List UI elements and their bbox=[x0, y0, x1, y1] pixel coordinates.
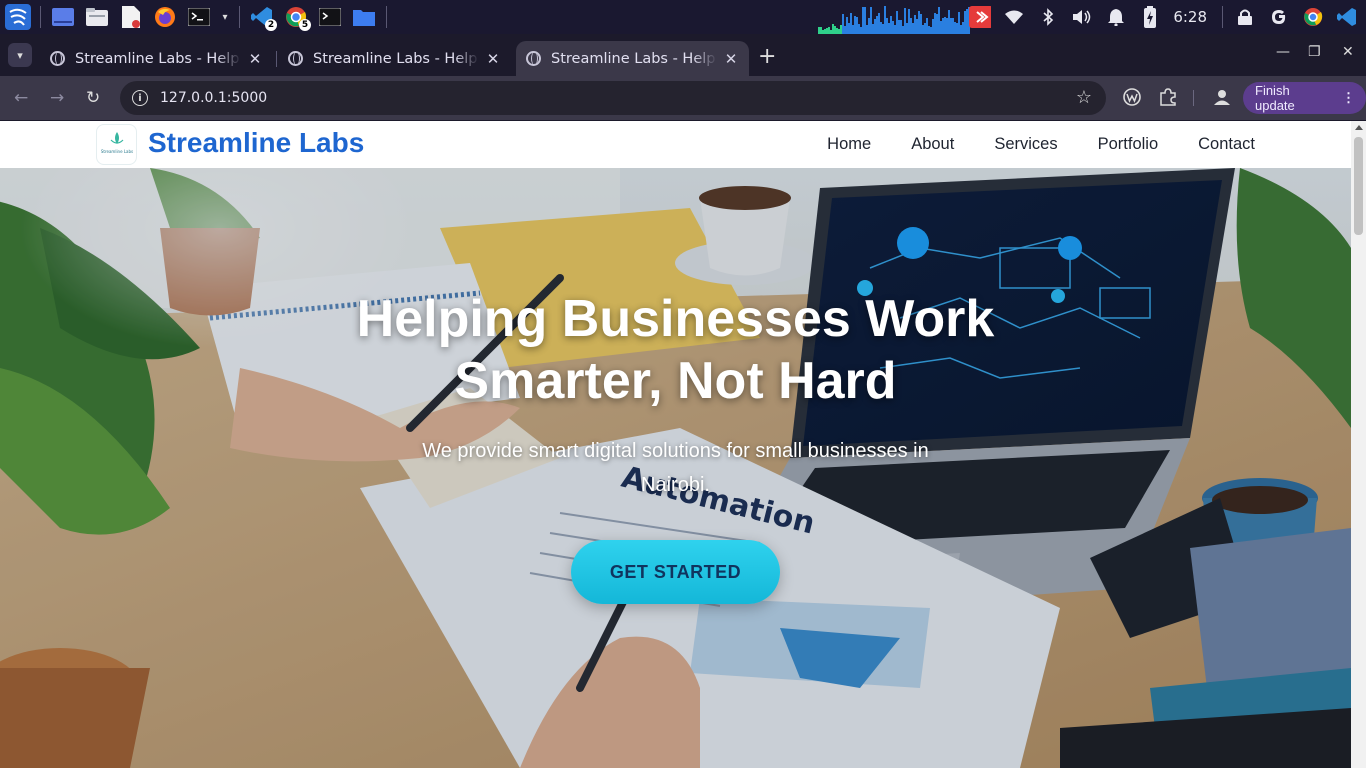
minimize-window-icon[interactable]: — bbox=[1276, 44, 1290, 60]
extensions-puzzle-icon[interactable] bbox=[1159, 88, 1177, 110]
google-icon[interactable] bbox=[1268, 6, 1290, 28]
get-started-button[interactable]: GET STARTED bbox=[571, 540, 780, 604]
close-tab-icon[interactable]: ✕ bbox=[723, 50, 739, 68]
terminal-icon[interactable] bbox=[316, 3, 344, 31]
lock-icon[interactable] bbox=[1234, 6, 1256, 28]
globe-icon bbox=[526, 51, 541, 66]
site-info-icon[interactable]: i bbox=[132, 90, 148, 106]
brand-name[interactable]: Streamline Labs bbox=[148, 127, 364, 159]
address-bar[interactable]: i 127.0.0.1:5000 ☆ bbox=[120, 81, 1106, 115]
hero-title: Helping Businesses Work Smarter, Not Har… bbox=[356, 290, 995, 410]
browser-tab[interactable]: Streamline Labs - Help Bu ✕ bbox=[278, 41, 511, 76]
nav-link-portfolio[interactable]: Portfolio bbox=[1098, 135, 1159, 154]
chrome-taskbar-icon[interactable]: 5 bbox=[282, 3, 311, 31]
finish-update-button[interactable]: Finish update ⋮ bbox=[1243, 82, 1366, 114]
scroll-up-arrow-icon[interactable] bbox=[1355, 125, 1363, 130]
show-desktop-icon[interactable] bbox=[49, 3, 77, 31]
hero-section: Automation Helping Businesses Work Smart… bbox=[0, 168, 1351, 768]
chrome-icon[interactable] bbox=[1302, 6, 1324, 28]
hero-subtitle: We provide smart digital solutions for s… bbox=[422, 440, 929, 496]
url-text[interactable]: 127.0.0.1:5000 bbox=[160, 90, 267, 106]
scrollbar-thumb[interactable] bbox=[1354, 137, 1363, 235]
vscode-taskbar-icon[interactable]: 2 bbox=[248, 3, 277, 31]
close-window-icon[interactable]: ✕ bbox=[1342, 44, 1354, 60]
new-tab-plus-icon[interactable]: + bbox=[758, 44, 776, 69]
nav-link-home[interactable]: Home bbox=[827, 135, 871, 154]
nav-link-services[interactable]: Services bbox=[994, 135, 1057, 154]
nav-link-about[interactable]: About bbox=[911, 135, 954, 154]
browser-tab[interactable]: Streamline Labs - Help Bu ✕ bbox=[40, 41, 273, 76]
globe-icon bbox=[288, 51, 303, 66]
cpu-usage-graph bbox=[818, 4, 971, 34]
chrome-window-count-badge: 5 bbox=[299, 19, 311, 31]
globe-icon bbox=[50, 51, 65, 66]
browser-tab-strip: ▾ Streamline Labs - Help Bu ✕ Streamline… bbox=[0, 34, 1366, 76]
firefox-icon[interactable] bbox=[151, 3, 179, 31]
bookmark-star-icon[interactable]: ☆ bbox=[1076, 87, 1092, 108]
tab-search-chevron-icon[interactable]: ▾ bbox=[8, 43, 32, 67]
profile-avatar-icon[interactable] bbox=[1213, 88, 1231, 110]
site-logo[interactable]: Streamline Labs bbox=[96, 124, 137, 165]
text-editor-icon[interactable] bbox=[117, 3, 145, 31]
bluetooth-icon[interactable] bbox=[1037, 6, 1059, 28]
terminal-dropdown-icon[interactable]: ▾ bbox=[219, 3, 231, 31]
logo-text: Streamline Labs bbox=[100, 149, 132, 154]
forward-arrow-icon[interactable]: → bbox=[50, 88, 64, 108]
file-manager-icon[interactable] bbox=[83, 3, 111, 31]
terminal-icon[interactable] bbox=[185, 3, 213, 31]
folder-icon[interactable] bbox=[350, 3, 378, 31]
main-menu: Home About Services Portfolio Contact bbox=[787, 135, 1255, 154]
kali-menu-icon[interactable] bbox=[4, 3, 32, 31]
finish-update-label: Finish update bbox=[1255, 83, 1295, 113]
vscode-window-count-badge: 2 bbox=[265, 19, 277, 31]
maximize-window-icon[interactable]: ❐ bbox=[1308, 44, 1321, 60]
reload-icon[interactable]: ↻ bbox=[86, 88, 100, 108]
page-viewport: Streamline Labs Streamline Labs Home Abo… bbox=[0, 121, 1351, 768]
os-taskbar: ▾ 2 5 6:28 bbox=[0, 0, 1366, 34]
tab-title: Streamline Labs - Help Bu bbox=[313, 50, 479, 67]
toolbar-divider bbox=[1193, 90, 1194, 106]
more-menu-icon[interactable]: ⋮ bbox=[1342, 90, 1355, 106]
clock[interactable]: 6:28 bbox=[1173, 8, 1207, 26]
browser-tab-active[interactable]: Streamline Labs - Help Bu ✕ bbox=[516, 41, 749, 76]
tab-title: Streamline Labs - Help Bu bbox=[551, 50, 717, 67]
notification-bell-icon[interactable] bbox=[1105, 6, 1127, 28]
back-arrow-icon[interactable]: ← bbox=[14, 88, 28, 108]
volume-icon[interactable] bbox=[1071, 6, 1093, 28]
wifi-icon[interactable] bbox=[1003, 6, 1025, 28]
extension-w-icon[interactable] bbox=[1123, 88, 1141, 110]
page-scrollbar[interactable] bbox=[1351, 121, 1366, 768]
close-tab-icon[interactable]: ✕ bbox=[247, 50, 263, 68]
nav-link-contact[interactable]: Contact bbox=[1198, 135, 1255, 154]
close-tab-icon[interactable]: ✕ bbox=[485, 50, 501, 68]
site-navbar: Streamline Labs Streamline Labs Home Abo… bbox=[0, 121, 1351, 168]
tab-title: Streamline Labs - Help Bu bbox=[75, 50, 241, 67]
battery-icon[interactable] bbox=[969, 6, 992, 28]
battery-charging-icon[interactable] bbox=[1139, 6, 1161, 28]
vscode-icon[interactable] bbox=[1336, 6, 1358, 28]
